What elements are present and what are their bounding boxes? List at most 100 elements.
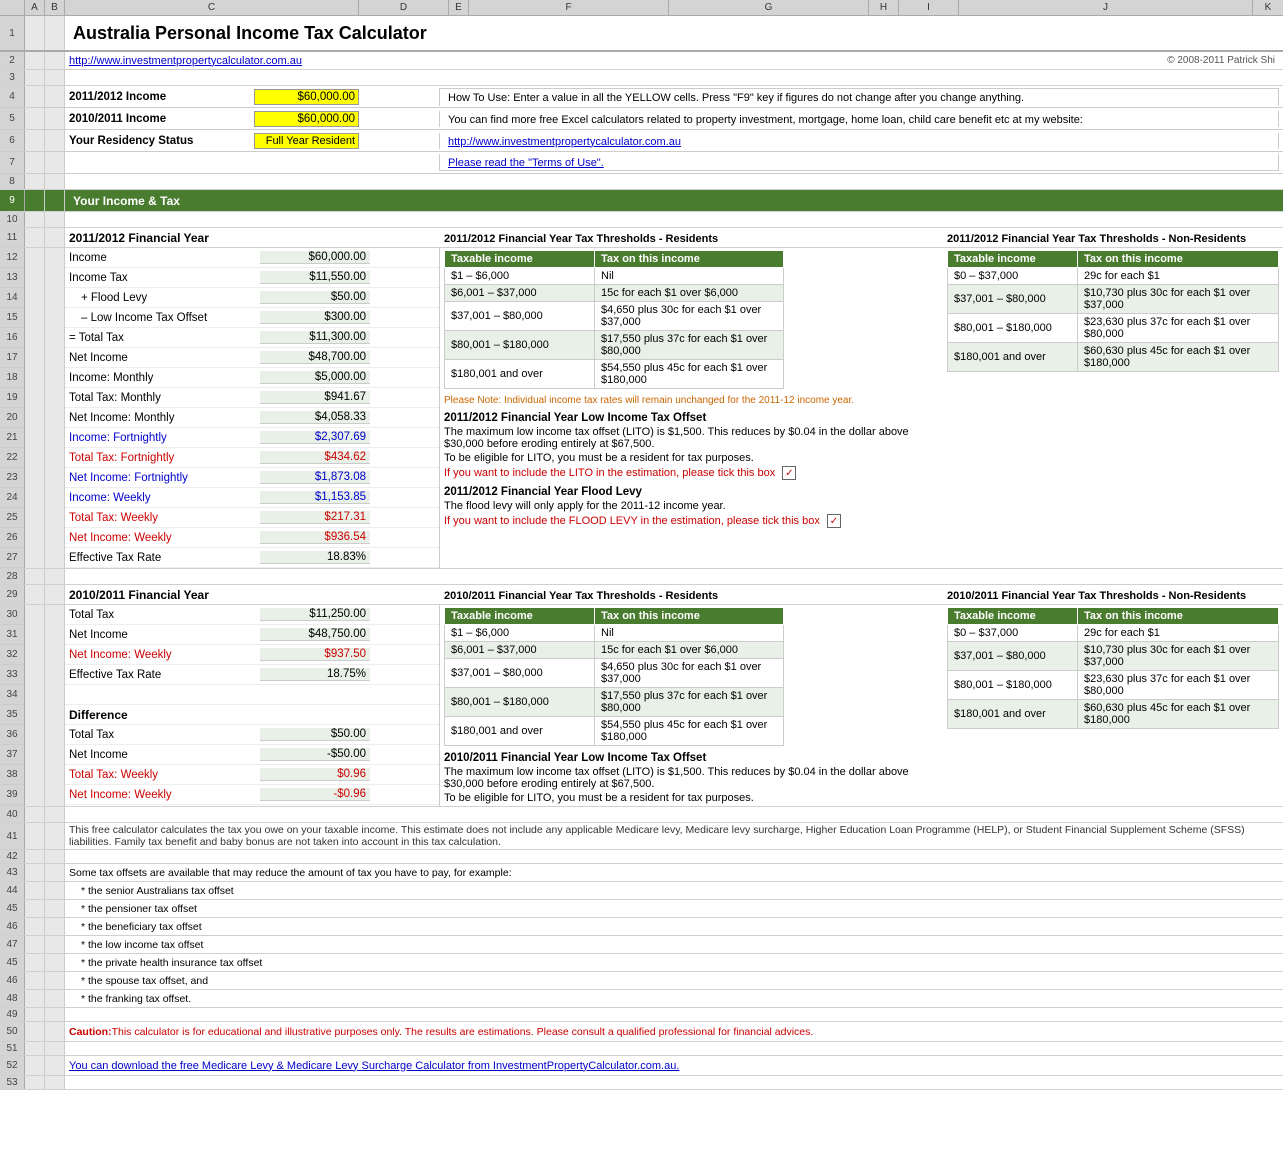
net-income-weekly-row: Net Income: Weekly $936.54 bbox=[65, 528, 439, 548]
row-28-num: 28 bbox=[0, 569, 25, 584]
row-4-a bbox=[25, 86, 45, 107]
offset-5: * the spouse tax offset, and bbox=[69, 975, 208, 987]
row-6-b bbox=[45, 130, 65, 151]
col-b-30-39 bbox=[45, 605, 65, 806]
thresh-note-2011: Please Note: Individual income tax rates… bbox=[444, 395, 939, 406]
income-weekly-value: $1,153.85 bbox=[260, 491, 370, 504]
row-2-num: 2 bbox=[0, 52, 25, 69]
net-income-fortnightly-label: Net Income: Fortnightly bbox=[65, 472, 260, 484]
net-income-monthly-row: Net Income: Monthly $4,058.33 bbox=[65, 408, 439, 428]
row-7-a bbox=[25, 152, 45, 173]
row-46-num: 46 bbox=[0, 918, 25, 935]
row-43-a bbox=[25, 864, 45, 881]
how-to-use-line2: You can find more free Excel calculators… bbox=[448, 114, 1083, 126]
effective-tax-rate-value: 18.83% bbox=[260, 551, 370, 564]
row-10-num: 10 bbox=[0, 212, 25, 227]
total-tax-value: $11,300.00 bbox=[260, 331, 370, 344]
fy2010-net-income-weekly-value: $937.50 bbox=[260, 648, 370, 661]
total-tax-monthly-value: $941.67 bbox=[260, 391, 370, 404]
row-50-a bbox=[25, 1022, 45, 1041]
row-5-content: 2010/2011 Income You can find more free … bbox=[65, 108, 1283, 129]
net-income-fortnightly-row: Net Income: Fortnightly $1,873.08 bbox=[65, 468, 439, 488]
thresh-2010-col1: Taxable income bbox=[445, 608, 595, 625]
lito-2010-title: 2010/2011 Financial Year Low Income Tax … bbox=[444, 752, 939, 764]
row-9-content: Your Income & Tax bbox=[65, 190, 1283, 211]
thresh-2010-r2-c1: $6,001 – $37,000 bbox=[445, 642, 595, 659]
income-weekly-row: Income: Weekly $1,153.85 bbox=[65, 488, 439, 508]
row-9-b bbox=[45, 190, 65, 211]
col-a-header: A bbox=[25, 0, 45, 15]
row-46b-content: * the spouse tax offset, and bbox=[65, 972, 1283, 989]
row-43-content: Some tax offsets are available that may … bbox=[65, 864, 1283, 881]
how-to-use-link1[interactable]: http://www.investmentpropertycalculator.… bbox=[448, 136, 681, 148]
row-53-a bbox=[25, 1076, 45, 1089]
url-link[interactable]: http://www.investmentpropertycalculator.… bbox=[69, 55, 302, 67]
fy2010-total-tax-value: $11,250.00 bbox=[260, 608, 370, 621]
income-fortnightly-row: Income: Fortnightly $2,307.69 bbox=[65, 428, 439, 448]
row-3-a bbox=[25, 70, 45, 85]
nr-thresh-2010-r4-c1: $180,001 and over bbox=[948, 700, 1078, 729]
lito-2011-title: 2011/2012 Financial Year Low Income Tax … bbox=[444, 412, 939, 424]
residency-input[interactable] bbox=[254, 133, 359, 149]
download-link[interactable]: You can download the free Medicare Levy … bbox=[69, 1060, 679, 1072]
left-calc-panel: Income $60,000.00 Income Tax $11,550.00 … bbox=[65, 248, 440, 568]
nr-thresh-2010-r2-c1: $37,001 – $80,000 bbox=[948, 642, 1078, 671]
row-nums-30-39: 30 31 32 33 34 35 36 37 38 39 bbox=[0, 605, 25, 806]
thresh-col2-header: Tax on this income bbox=[595, 251, 784, 268]
row-40-content bbox=[65, 807, 1283, 822]
how-to-use-link2[interactable]: Please read the "Terms of Use". bbox=[448, 157, 604, 169]
income-weekly-label: Income: Weekly bbox=[65, 492, 260, 504]
thresh-r4-c1: $80,001 – $180,000 bbox=[445, 331, 595, 360]
net-income-row: Net Income $48,700.00 bbox=[65, 348, 439, 368]
total-tax-weekly-value: $217.31 bbox=[260, 511, 370, 524]
fy2010-content: Total Tax $11,250.00 Net Income $48,750.… bbox=[65, 605, 1283, 806]
row-11-content: 2011/2012 Financial Year 2011/2012 Finan… bbox=[65, 228, 1283, 247]
lito-2011-checkbox-row: If you want to include the LITO in the e… bbox=[444, 466, 939, 480]
flood-levy-2011-checkbox-icon[interactable]: ✓ bbox=[827, 514, 841, 528]
row-8-a bbox=[25, 174, 45, 189]
diff-net-income-row: Net Income -$50.00 bbox=[65, 745, 439, 765]
lito-2011-checkbox-icon[interactable]: ✓ bbox=[782, 466, 796, 480]
diff-net-income-value: -$50.00 bbox=[260, 748, 370, 761]
row-49-content bbox=[65, 1008, 1283, 1021]
fy2010-net-income-row: Net Income $48,750.00 bbox=[65, 625, 439, 645]
thresh-2010-r5-c1: $180,001 and over bbox=[445, 717, 595, 746]
fy2010-effective-tax-rate-value: 18.75% bbox=[260, 668, 370, 681]
nr-thresh-2010-r3-c1: $80,001 – $180,000 bbox=[948, 671, 1078, 700]
income-2011-label: 2011/2012 Income bbox=[69, 91, 254, 103]
income-monthly-row: Income: Monthly $5,000.00 bbox=[65, 368, 439, 388]
row-29-a bbox=[25, 585, 45, 604]
net-income-monthly-label: Net Income: Monthly bbox=[65, 412, 260, 424]
income-2011-input[interactable] bbox=[254, 89, 359, 105]
row-41-content: This free calculator calculates the tax … bbox=[65, 823, 1283, 849]
row-48-content: * the franking tax offset. bbox=[65, 990, 1283, 1007]
income-2010-input[interactable] bbox=[254, 111, 359, 127]
row-8-num: 8 bbox=[0, 174, 25, 189]
row-11-a bbox=[25, 228, 45, 247]
row-42-num: 42 bbox=[0, 850, 25, 863]
row-45b-a bbox=[25, 954, 45, 971]
thresh-2010-r3-c2: $4,650 plus 30c for each $1 over $37,000 bbox=[595, 659, 784, 688]
row-nums-12-27: 12 13 14 15 16 17 18 19 20 21 22 23 24 2… bbox=[0, 248, 25, 568]
total-tax-monthly-label: Total Tax: Monthly bbox=[65, 392, 260, 404]
diff-total-tax-value: $50.00 bbox=[260, 728, 370, 741]
thresh-r4-c2: $17,550 plus 37c for each $1 over $80,00… bbox=[595, 331, 784, 360]
thresh-nonresidents-2011-title: 2011/2012 Financial Year Tax Thresholds … bbox=[947, 233, 1246, 245]
row-53-num: 53 bbox=[0, 1076, 25, 1089]
net-income-weekly-value: $936.54 bbox=[260, 531, 370, 544]
fy2010-left-panel: Total Tax $11,250.00 Net Income $48,750.… bbox=[65, 605, 440, 806]
row-5-num: 5 bbox=[0, 108, 25, 129]
row-11-num: 11 bbox=[0, 228, 25, 247]
diff-total-tax-weekly-row: Total Tax: Weekly $0.96 bbox=[65, 765, 439, 785]
row-43-num: 43 bbox=[0, 864, 25, 881]
row-47-a bbox=[25, 936, 45, 953]
diff-net-income-weekly-value: -$0.96 bbox=[260, 788, 370, 801]
row-40-b bbox=[45, 807, 65, 822]
nr-thresh-r3-c1: $80,001 – $180,000 bbox=[948, 314, 1078, 343]
row-52-content: You can download the free Medicare Levy … bbox=[65, 1056, 1283, 1075]
row-51-num: 51 bbox=[0, 1042, 25, 1055]
offset-2: * the beneficiary tax offset bbox=[69, 921, 202, 933]
row-45-a bbox=[25, 900, 45, 917]
diff-net-income-weekly-label: Net Income: Weekly bbox=[65, 789, 260, 801]
income-tax-label: Income Tax bbox=[65, 272, 260, 284]
